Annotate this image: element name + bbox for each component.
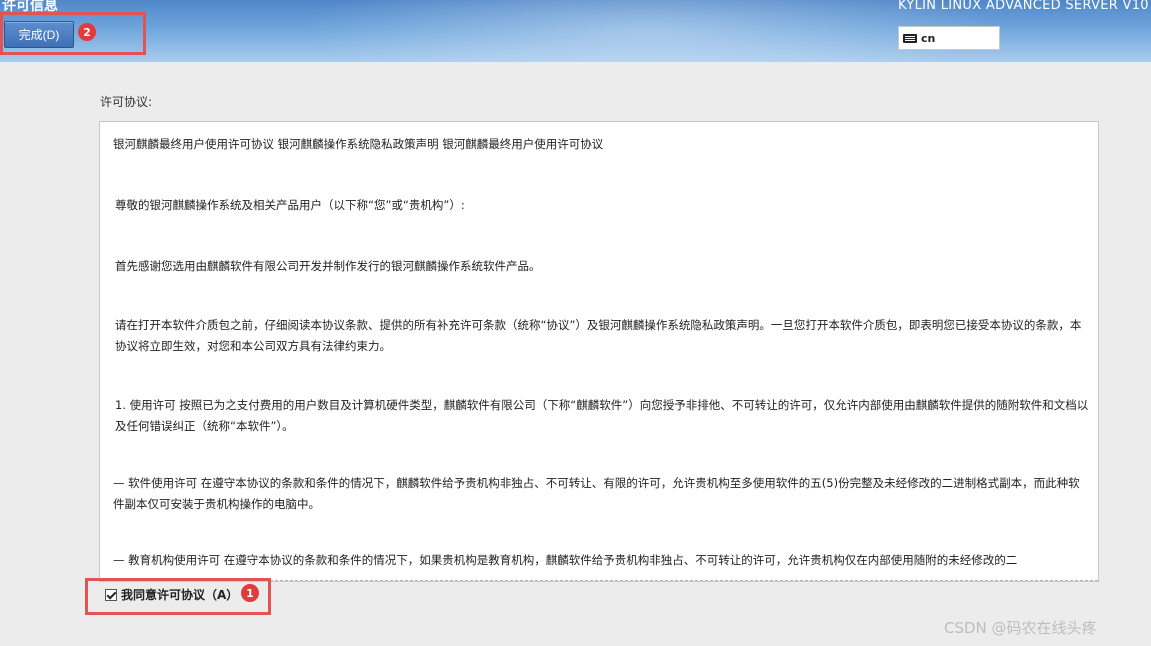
license-agreement-label: 许可协议: bbox=[100, 95, 153, 109]
license-paragraph: 首先感谢您选用由麒麟软件有限公司开发并制作发行的银河麒麟操作系统软件产品。 bbox=[115, 259, 541, 273]
product-name: KYLIN LINUX ADVANCED SERVER V10 bbox=[898, 0, 1149, 13]
license-paragraph: — 教育机构使用许可 在遵守本协议的条款和条件的情况下，如果贵机构是教育机构，麒… bbox=[113, 553, 1018, 567]
license-paragraph: 1. 使用许可 按照已为之支付费用的用户数目及计算机硬件类型，麒麟软件有限公司（… bbox=[115, 398, 1089, 433]
keyboard-icon bbox=[903, 33, 917, 43]
keyboard-layout-indicator[interactable]: cn bbox=[898, 26, 1000, 50]
keyboard-layout-label: cn bbox=[921, 31, 936, 45]
annotation-box-done bbox=[0, 12, 146, 55]
header-glow bbox=[300, 0, 1000, 62]
annotation-marker-1: 1 bbox=[241, 584, 259, 602]
watermark-text: CSDN @码农在线头疼 bbox=[944, 619, 1097, 637]
license-paragraph: — 软件使用许可 在遵守本协议的条款和条件的情况下，麒麟软件给予贵机构非独占、不… bbox=[113, 476, 1080, 511]
license-text-area[interactable]: 银河麒麟最终用户使用许可协议 银河麒麟操作系统隐私政策声明 银河麒麟最终用户使用… bbox=[99, 121, 1099, 582]
license-paragraph: 尊敬的银河麒麟操作系统及相关产品用户（以下称“您”或“贵机构”）: bbox=[115, 198, 465, 212]
annotation-marker-2: 2 bbox=[78, 23, 96, 41]
agree-checkbox[interactable] bbox=[105, 588, 117, 601]
license-paragraph: 银河麒麟最终用户使用许可协议 银河麒麟操作系统隐私政策声明 银河麒麟最终用户使用… bbox=[113, 137, 604, 151]
agree-license-checkbox-row[interactable]: 我同意许可协议（A） bbox=[105, 586, 238, 603]
top-header-bar: 许可信息 完成(D) KYLIN LINUX ADVANCED SERVER V… bbox=[0, 0, 1151, 62]
agree-label: 我同意许可协议（A） bbox=[121, 588, 239, 602]
license-paragraph: 请在打开本软件介质包之前，仔细阅读本协议条款、提供的所有补充许可条款（统称“协议… bbox=[115, 318, 1082, 353]
